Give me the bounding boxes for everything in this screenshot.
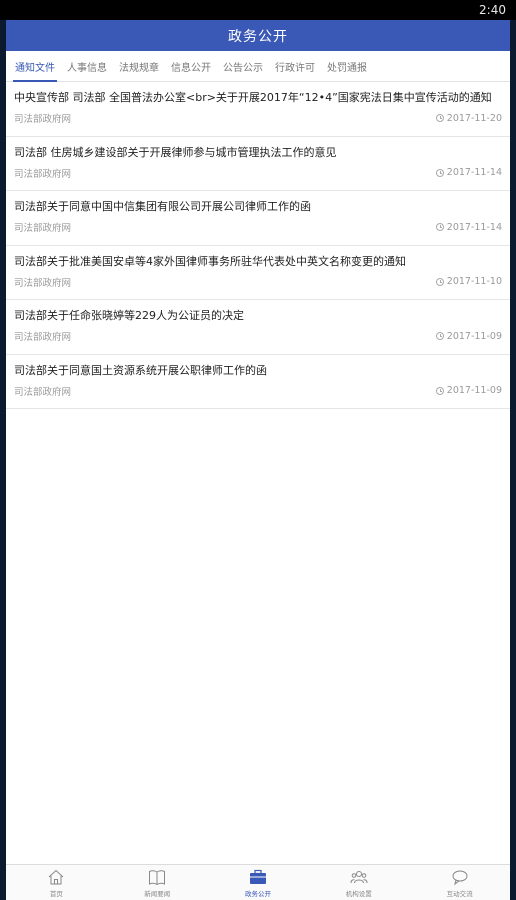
item-source: 司法部政府网 [14,332,72,343]
clock-icon [435,332,444,340]
news-list: 中央宣传部 司法部 全国普法办公室<br>关于开展2017年“12•4”国家宪法… [6,82,510,409]
nav-interaction[interactable]: 互动交流 [409,865,510,900]
item-source: 司法部政府网 [14,223,72,234]
list-item[interactable]: 司法部关于批准美国安卓等4家外国律师事务所驻华代表处中英文名称变更的通知 司法部… [6,246,510,300]
bottom-nav: 首页 新闻要闻 政务公开 机构设置 互动交流 [6,864,510,900]
item-title: 司法部关于任命张晓婷等229人为公证员的决定 [14,309,244,322]
category-tabs: 通知文件 人事信息 法规规章 信息公开 公告公示 行政许可 处罚通报 [6,51,510,82]
item-title: 司法部关于同意国土资源系统开展公职律师工作的函 [14,363,267,377]
status-time: 2:40 [479,3,506,17]
tab-regulations[interactable]: 法规规章 [113,51,165,82]
nav-label: 政务公开 [244,890,271,898]
list-item[interactable]: 司法部关于同意中国中信集团有限公司开展公司律师工作的函 司法部政府网 2017-… [6,191,510,246]
item-source: 司法部政府网 [14,114,72,125]
item-source: 司法部政府网 [14,277,72,289]
tab-notices[interactable]: 通知文件 [9,51,61,82]
nav-home[interactable]: 首页 [6,865,107,900]
status-bar: 2:40 [0,0,516,20]
item-date: 2017-11-10 [446,276,502,287]
tab-admin-license[interactable]: 行政许可 [269,51,321,82]
nav-news[interactable]: 新闻要闻 [107,865,208,900]
tab-announcements[interactable]: 公告公示 [217,51,269,82]
nav-label: 互动交流 [446,890,473,898]
list-item[interactable]: 中央宣传部 司法部 全国普法办公室<br>关于开展2017年“12•4”国家宪法… [6,82,510,137]
chat-icon [452,870,468,886]
nav-label: 新闻要闻 [144,890,171,898]
nav-label: 机构设置 [345,890,372,898]
item-date: 2017-11-14 [446,221,502,233]
tab-penalty-notices[interactable]: 处罚通报 [321,51,373,82]
briefcase-icon [249,869,266,884]
page-title: 政务公开 [228,28,288,45]
clock-icon [435,277,444,286]
item-date: 2017-11-14 [446,167,502,178]
item-title: 司法部关于同意中国中信集团有限公司开展公司律师工作的函 [14,200,311,213]
item-source: 司法部政府网 [14,386,72,398]
nav-organization[interactable]: 机构设置 [308,865,409,900]
item-source: 司法部政府网 [14,168,72,180]
item-title: 司法部关于批准美国安卓等4家外国律师事务所驻华代表处中英文名称变更的通知 [14,254,406,268]
clock-icon [435,168,444,177]
item-date: 2017-11-09 [446,385,502,396]
app-frame: 政务公开 通知文件 人事信息 法规规章 信息公开 公告公示 行政许可 处罚通报 … [6,20,510,900]
tab-personnel[interactable]: 人事信息 [61,51,113,82]
clock-icon [435,114,444,122]
tab-info-disclosure[interactable]: 信息公开 [165,51,217,82]
clock-icon [435,386,444,395]
list-item[interactable]: 司法部关于任命张晓婷等229人为公证员的决定 司法部政府网 2017-11-09 [6,300,510,355]
item-date: 2017-11-20 [446,112,502,124]
item-date: 2017-11-09 [446,330,502,342]
item-title: 司法部 住房城乡建设部关于开展律师参与城市管理执法工作的意见 [14,145,337,159]
home-icon [49,869,64,885]
clock-icon [435,223,444,231]
list-item[interactable]: 司法部关于同意国土资源系统开展公职律师工作的函 司法部政府网 2017-11-0… [6,355,510,409]
app-header: 政务公开 [6,20,510,51]
nav-label: 首页 [49,890,63,898]
book-icon [149,870,166,886]
people-icon [350,871,368,884]
nav-gov-affairs[interactable]: 政务公开 [208,865,309,900]
item-title: 中央宣传部 司法部 全国普法办公室<br>关于开展2017年“12•4”国家宪法… [14,91,492,104]
list-item[interactable]: 司法部 住房城乡建设部关于开展律师参与城市管理执法工作的意见 司法部政府网 20… [6,137,510,191]
